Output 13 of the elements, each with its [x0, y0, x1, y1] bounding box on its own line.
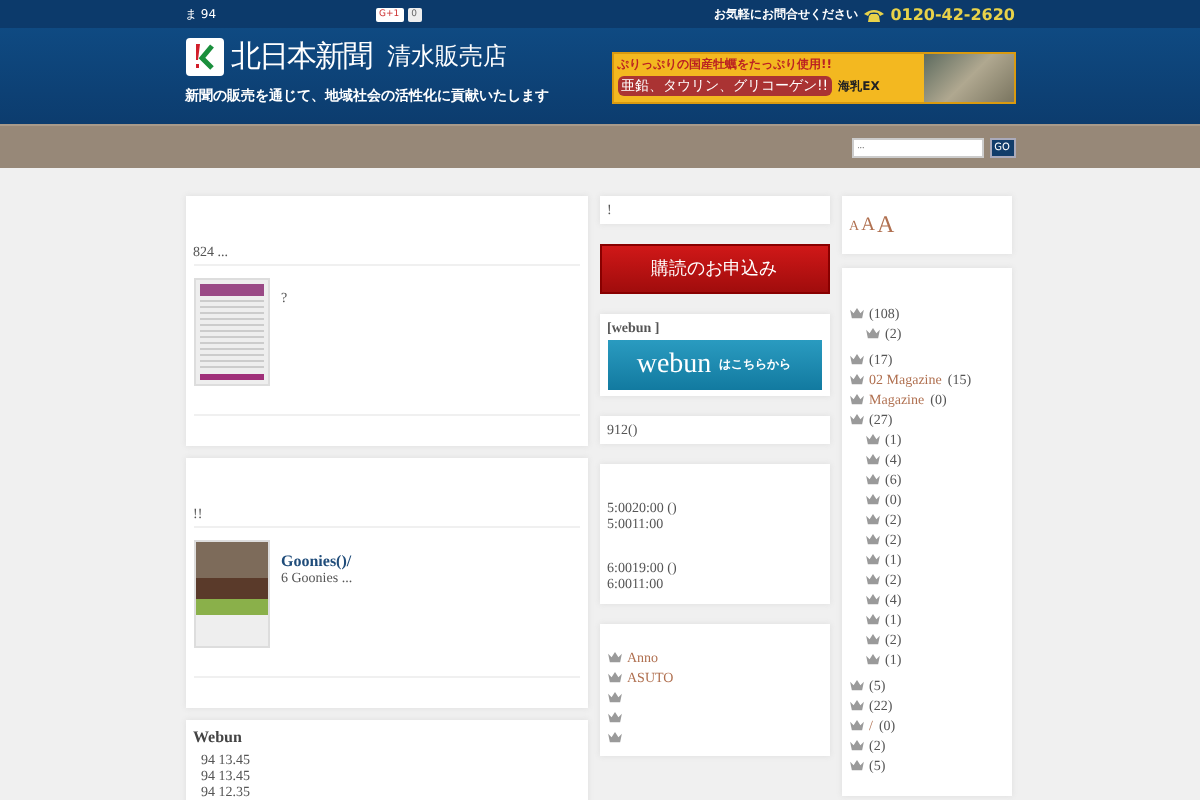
store-name: 清水販売店	[387, 40, 507, 74]
brand-name: 北日本新聞	[231, 38, 371, 76]
phone-number: 0120-42-2620	[890, 5, 1015, 23]
phone-icon	[864, 7, 885, 21]
entry-title-link[interactable]: Goonies()/	[281, 552, 353, 570]
subscribe-button[interactable]: 購読のお申込み	[599, 244, 829, 294]
card-title: Webun	[193, 728, 244, 746]
font-size-link[interactable]: A	[876, 210, 895, 240]
font-size-link[interactable]: A	[861, 215, 875, 235]
photo-placeholder[interactable]	[193, 540, 269, 648]
logo-icon	[185, 38, 223, 76]
flyer-drawing[interactable]	[193, 278, 269, 386]
photo-placeholder	[923, 54, 1013, 102]
